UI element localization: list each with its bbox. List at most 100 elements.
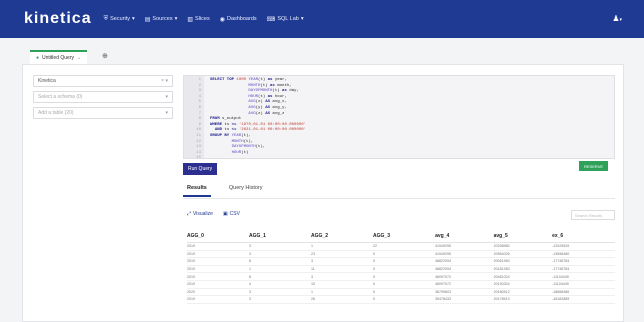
- table-row: 2019 3 1 22 41949295 20258982 -12025526: [187, 242, 615, 251]
- table-cell: 2019: [187, 250, 250, 259]
- table-cell: 23: [311, 250, 374, 259]
- tab-results[interactable]: Results: [183, 185, 211, 197]
- column-header[interactable]: AGG_2: [311, 231, 374, 243]
- table-cell: 8: [249, 257, 312, 266]
- table-cell: 26: [311, 295, 374, 304]
- table-row: 2019 1 11 0 48822094 20181383 -17748784: [187, 265, 615, 274]
- table-select[interactable]: Add a table (20) ▾: [33, 107, 173, 119]
- add-tab-icon[interactable]: ⊕: [102, 52, 108, 60]
- table-cell: 3: [249, 242, 312, 251]
- clear-chevron-icon[interactable]: × ▾: [161, 78, 168, 84]
- status-dot-icon: ●: [36, 55, 40, 61]
- table-header-row: AGG_0 AGG_1 AGG_2 AGG_3 avg_4 avg_5 ex_6: [187, 231, 615, 243]
- table-cell: 0: [373, 250, 436, 259]
- nav-sources[interactable]: ▤ Sources ▾: [145, 16, 178, 23]
- nav-dashboards-label: Dashboards: [226, 16, 257, 22]
- nav-sources-label: Sources: [152, 16, 173, 22]
- table-cell: 46097072: [435, 280, 494, 289]
- table-cell: 0: [373, 272, 436, 281]
- bar-chart-icon: ▥: [187, 16, 194, 23]
- table-cell: 48822094: [435, 265, 494, 274]
- chevron-down-icon: ▾: [165, 94, 168, 100]
- table-row: 2019 8 3 0 46097072 20461024 -11104449: [187, 272, 615, 281]
- tab-query-history[interactable]: Query History: [225, 185, 267, 197]
- sql-lab-panel: Kinetica × ▾ Select a schema (0) ▾ Add a…: [22, 64, 624, 322]
- table-cell: -17748784: [552, 257, 615, 266]
- table-body: 2019 3 1 22 41949295 20258982 -12025526 2019 3 23…: [187, 242, 615, 304]
- table-cell: 2019: [187, 265, 250, 274]
- table-cell: -18668486: [552, 288, 615, 297]
- user-menu[interactable]: ♟▾: [612, 14, 622, 23]
- file-icon: ▣: [222, 211, 228, 217]
- line-number: 15: [196, 156, 201, 159]
- nav-sql-lab-label: SQL Lab: [277, 16, 299, 22]
- nav-sql-lab[interactable]: ⌨ SQL Lab ▾: [267, 16, 304, 23]
- results-table: AGG_0 AGG_1 AGG_2 AGG_3 avg_4 avg_5 ex_6 2019 3…: [187, 231, 615, 304]
- database-select[interactable]: Kinetica × ▾: [33, 75, 173, 87]
- table-cell: -13698480: [552, 250, 615, 259]
- reserve-button[interactable]: RESERVE: [579, 161, 609, 171]
- table-cell: 3: [249, 295, 312, 304]
- left-panel: Kinetica × ▾ Select a schema (0) ▾ Add a…: [33, 75, 173, 123]
- query-tabs-row: ● Untitled Query ⌄ ⊕: [0, 38, 644, 64]
- column-header[interactable]: avg_5: [493, 231, 553, 243]
- table-cell: -17748784: [552, 265, 615, 274]
- visualize-button[interactable]: ⤢ Visualize: [187, 211, 213, 217]
- table-row: 2019 3 26 0 39478433 20178913 -16182889: [187, 295, 615, 304]
- table-row: 2019 4 15 0 46097072 20190324 -11104449: [187, 280, 615, 289]
- table-cell: 0: [373, 265, 436, 274]
- nav-security-label: Security: [110, 16, 130, 22]
- chevron-down-icon: ▾: [131, 16, 135, 22]
- column-header[interactable]: avg_4: [435, 231, 494, 243]
- chevron-down-icon: ▾: [619, 17, 622, 23]
- schema-select[interactable]: Select a schema (0) ▾: [33, 91, 173, 103]
- nav-security[interactable]: ⛨ Security ▾: [104, 16, 135, 23]
- chevron-down-icon: ▾: [174, 16, 178, 22]
- main-nav: ⛨ Security ▾ ▤ Sources ▾ ▥ Slices ◉ Dash…: [104, 16, 304, 23]
- database-value: Kinetica: [38, 78, 56, 84]
- nav-slices-label: Slices: [195, 16, 210, 22]
- chevron-down-icon[interactable]: ⌄: [77, 55, 81, 61]
- table-cell: -12025526: [552, 242, 615, 251]
- table-cell: 20564026: [493, 250, 553, 259]
- table-placeholder: Add a table (20): [38, 110, 74, 116]
- table-cell: 0: [373, 280, 436, 289]
- visualize-label: Visualize: [193, 211, 213, 217]
- run-query-button[interactable]: Run Query: [183, 163, 218, 175]
- column-header[interactable]: AGG_0: [187, 231, 250, 243]
- nav-dashboards[interactable]: ◉ Dashboards: [220, 16, 257, 23]
- column-header[interactable]: ex_6: [552, 231, 615, 243]
- table-cell: -11104449: [552, 280, 615, 289]
- table-cell: 3: [249, 250, 312, 259]
- table-cell: 20178913: [493, 295, 553, 304]
- table-cell: 20181383: [493, 265, 553, 274]
- result-tools: ⤢ Visualize ▣ CSV: [187, 211, 240, 217]
- table-cell: 3: [311, 257, 374, 266]
- table-cell: 0: [373, 288, 436, 297]
- csv-button[interactable]: ▣ CSV: [223, 211, 240, 217]
- chevron-down-icon: ▾: [165, 110, 168, 116]
- csv-label: CSV: [229, 211, 240, 217]
- table-cell: 2019: [187, 242, 250, 251]
- table-cell: 20258982: [493, 242, 553, 251]
- sql-editor[interactable]: 12345678910111213141516 SELECT TOP 1000 …: [183, 75, 615, 159]
- search-results-input[interactable]: Search Results: [571, 210, 615, 220]
- table-cell: 2020: [187, 288, 250, 297]
- table-row: 2019 8 3 0 48822094 20051983 -17748784: [187, 257, 615, 266]
- column-header[interactable]: AGG_1: [249, 231, 312, 243]
- table-cell: 20051983: [493, 257, 553, 266]
- table-cell: 20190324: [493, 280, 553, 289]
- schema-placeholder: Select a schema (0): [38, 94, 83, 100]
- table-cell: 11: [311, 265, 374, 274]
- table-cell: 22: [373, 242, 436, 251]
- column-header[interactable]: AGG_3: [373, 231, 436, 243]
- table-cell: 3: [249, 288, 312, 297]
- table-row: 2020 3 1 0 36799603 20180512 -18668486: [187, 288, 615, 297]
- app-logo[interactable]: kinetica: [24, 10, 92, 28]
- terminal-icon: ⌨: [266, 16, 276, 23]
- table-cell: 48822094: [435, 257, 494, 266]
- tab-untitled-query[interactable]: ● Untitled Query ⌄: [30, 50, 88, 64]
- table-cell: 1: [249, 265, 312, 274]
- database-icon: ▤: [144, 16, 151, 23]
- nav-slices[interactable]: ▥ Slices: [187, 16, 209, 23]
